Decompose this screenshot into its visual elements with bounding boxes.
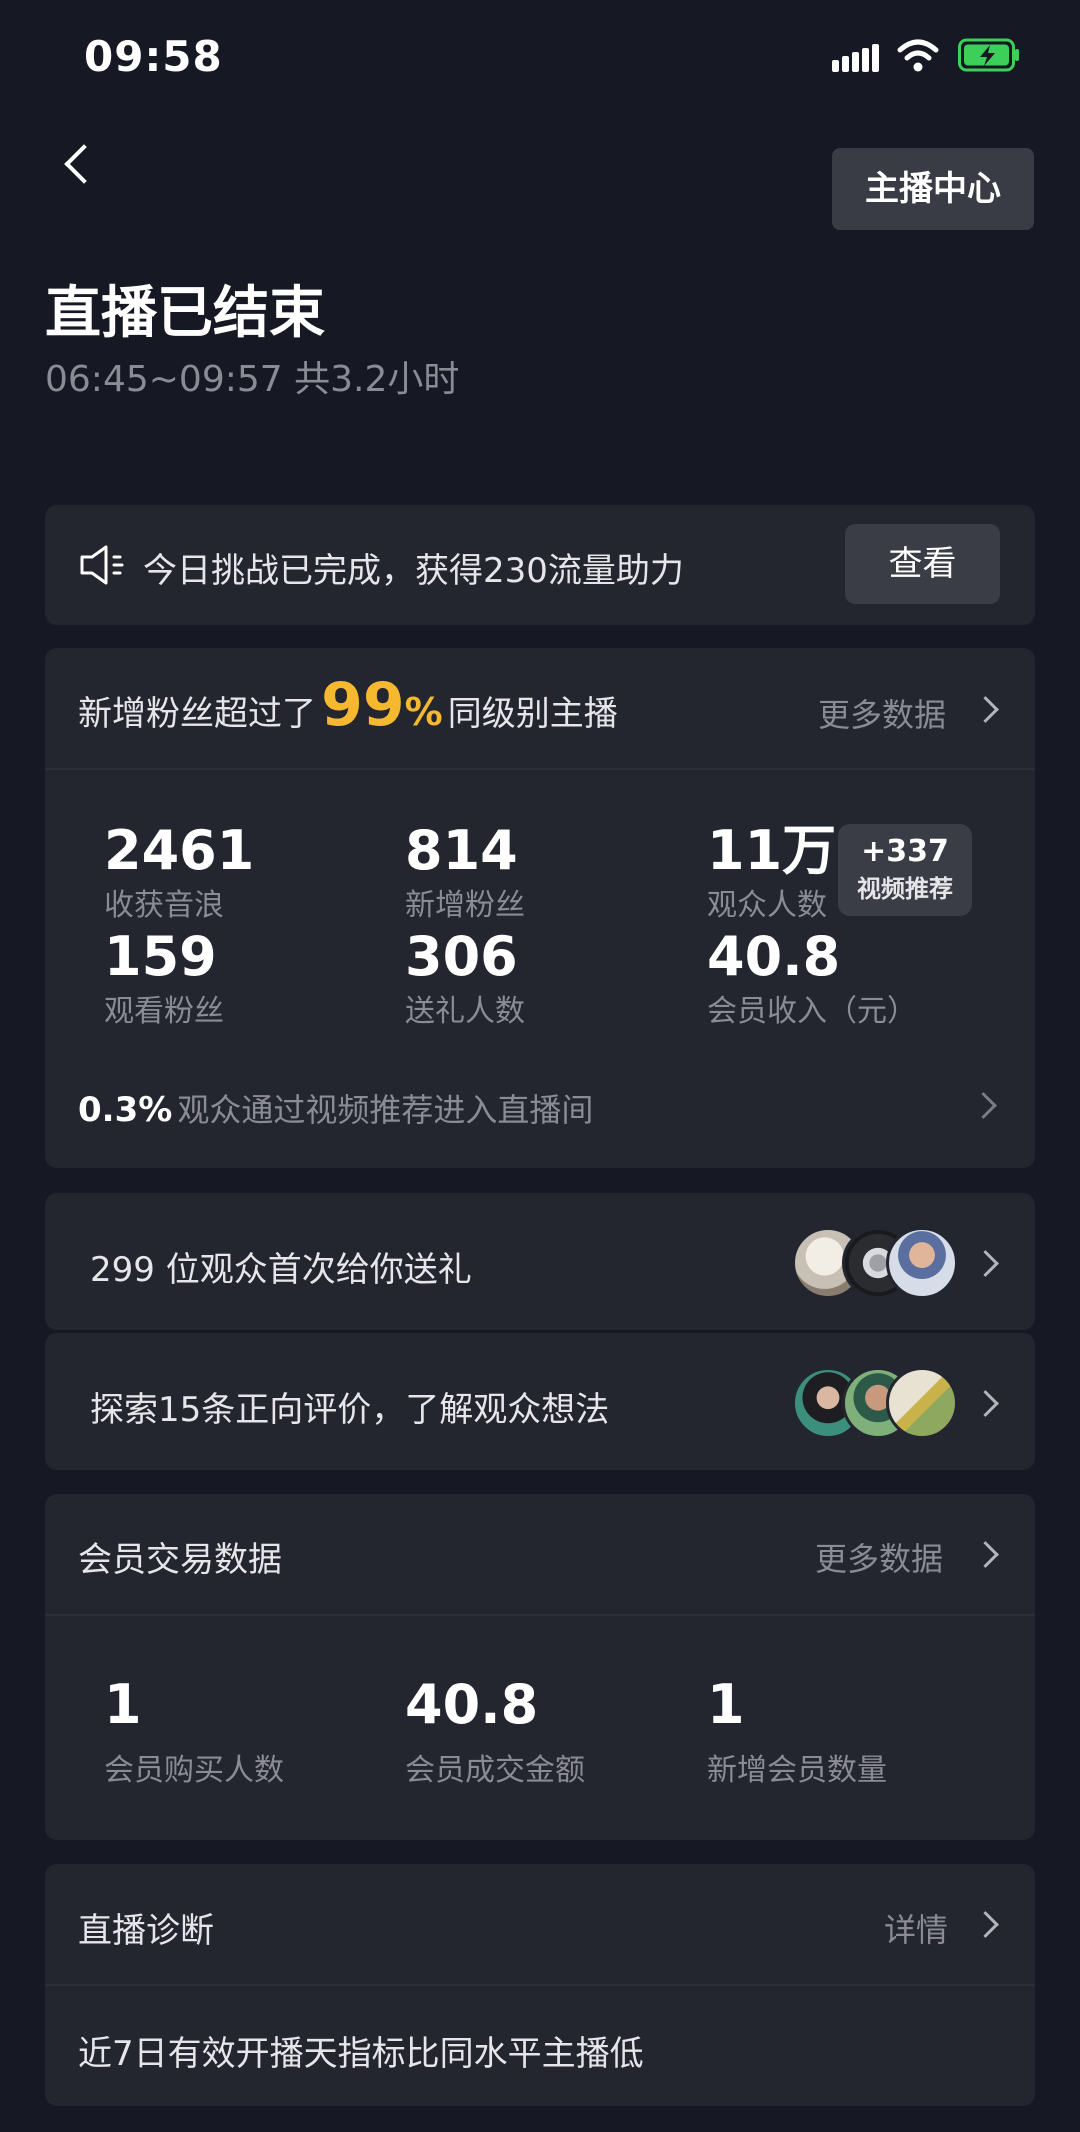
membership-more-link[interactable]: 更多数据	[815, 1534, 943, 1580]
diagnosis-text: 近7日有效开播天指标比同水平主播低	[78, 2034, 644, 2074]
metric-label: 观看粉丝	[104, 994, 224, 1029]
wifi-icon	[897, 39, 939, 72]
view-button[interactable]: 查看	[845, 524, 1000, 604]
percent-sign: %	[404, 690, 443, 734]
metric-label: 会员收入（元）	[707, 994, 917, 1029]
divider	[45, 1984, 1035, 1986]
metric-label: 收获音浪	[104, 888, 224, 923]
avatar	[886, 1227, 958, 1299]
divider	[45, 768, 1035, 770]
challenge-text: 今日挑战已完成，获得230流量助力	[143, 551, 684, 591]
footer-text: 观众通过视频推荐进入直播间	[177, 1091, 594, 1129]
percent-value: 99	[321, 670, 405, 740]
first-gift-text: 299 位观众首次给你送礼	[90, 1250, 472, 1290]
metric-value: 11万	[707, 819, 837, 882]
membership-title: 会员交易数据	[78, 1540, 282, 1580]
metric-value: 814	[405, 819, 518, 882]
metric-label: 观众人数	[707, 888, 827, 923]
member-metric-value: 1	[104, 1673, 142, 1736]
badge-label: 视频推荐	[857, 875, 953, 903]
diagnosis-title: 直播诊断	[78, 1911, 214, 1951]
divider	[45, 1614, 1035, 1616]
metric-label: 送礼人数	[405, 994, 525, 1029]
metric-label: 新增粉丝	[405, 888, 525, 923]
status-time: 09:58	[84, 32, 223, 81]
battery-charging-icon	[958, 38, 1019, 72]
member-metric-label: 会员成交金额	[405, 1753, 585, 1788]
member-metric-value: 1	[707, 1673, 745, 1736]
diagnosis-details-link[interactable]: 详情	[884, 1905, 948, 1951]
footer-value: 0.3%	[78, 1090, 173, 1130]
badge-value: +337	[861, 834, 949, 869]
member-metric-value: 40.8	[405, 1673, 539, 1736]
page-title: 直播已结束	[45, 281, 325, 346]
metric-value: 40.8	[707, 925, 841, 988]
member-metric-label: 会员购买人数	[104, 1753, 284, 1788]
back-arrow-icon[interactable]	[64, 144, 104, 184]
speaker-icon	[80, 545, 124, 585]
member-metric-label: 新增会员数量	[707, 1753, 887, 1788]
metric-value: 2461	[104, 819, 255, 882]
overview-headline: 新增粉丝超过了 99% 同级别主播	[78, 670, 618, 740]
headline-prefix: 新增粉丝超过了	[78, 694, 316, 734]
avatar	[886, 1367, 958, 1439]
headline-suffix: 同级别主播	[447, 694, 618, 734]
stream-duration: 06:45~09:57 共3.2小时	[45, 359, 460, 400]
metric-value: 159	[104, 925, 217, 988]
streamer-center-button[interactable]: 主播中心	[832, 148, 1034, 230]
signal-icon	[832, 42, 880, 72]
video-recommend-badge[interactable]: +337 视频推荐	[838, 824, 972, 916]
overview-more-link[interactable]: 更多数据	[818, 690, 946, 736]
metric-value: 306	[405, 925, 518, 988]
positive-reviews-text: 探索15条正向评价，了解观众想法	[90, 1390, 610, 1430]
video-recommend-footer[interactable]: 0.3% 观众通过视频推荐进入直播间	[78, 1085, 593, 1131]
